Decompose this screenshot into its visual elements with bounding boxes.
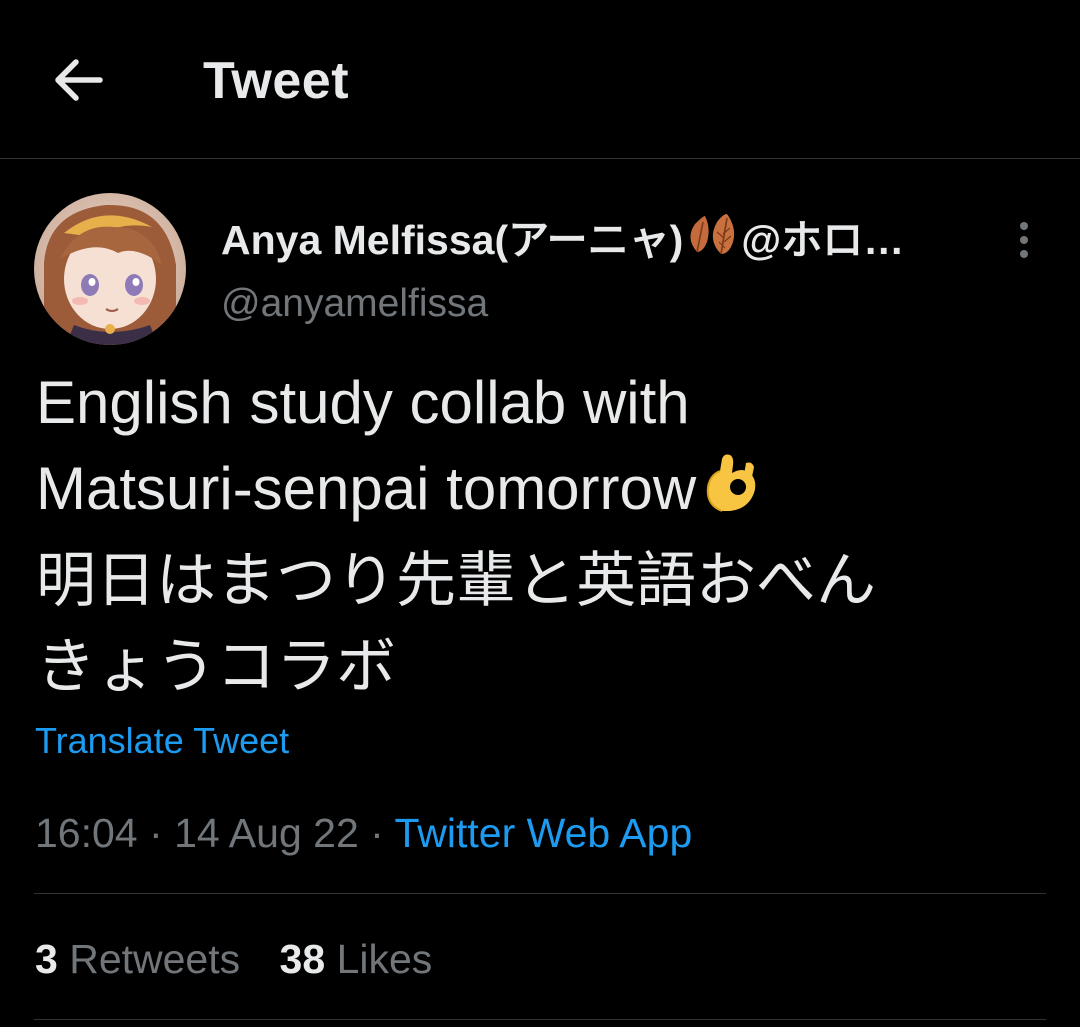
more-options-button[interactable] <box>1000 212 1048 268</box>
author-name-text: Anya Melfissa(アーニャ) <box>221 216 684 263</box>
tweet-source-link[interactable]: Twitter Web App <box>394 810 692 856</box>
tweet-line: きょうコラボ <box>36 633 396 700</box>
tweet-line: 明日はまつり先輩と英語おべん <box>36 547 876 614</box>
divider <box>34 1019 1046 1020</box>
tweet-date[interactable]: 14 Aug 22 <box>174 810 359 856</box>
tweet-line-with-emoji: Matsuri-senpai tomorrow <box>36 446 1046 538</box>
arrow-left-icon <box>55 59 103 101</box>
retweets-stat[interactable]: 3 Retweets <box>35 936 240 982</box>
translate-tweet-link[interactable]: Translate Tweet <box>35 718 289 764</box>
retweets-label: Retweets <box>69 936 241 982</box>
likes-stat[interactable]: 38 Likes <box>280 936 433 982</box>
leaf-icon <box>683 212 741 267</box>
tweet-line: English study collab with <box>36 369 690 436</box>
tweet-stats: 3 Retweets 38 Likes <box>35 932 432 986</box>
ok-hand-icon <box>702 452 762 538</box>
author-handle[interactable]: @anyamelfissa <box>221 280 488 328</box>
author-name[interactable]: Anya Melfissa(アーニャ) @ホロ… <box>221 212 904 267</box>
divider <box>34 893 1046 894</box>
separator: · <box>149 810 163 856</box>
page-title: Tweet <box>203 52 350 110</box>
more-vertical-icon <box>1020 222 1028 258</box>
likes-label: Likes <box>336 936 433 982</box>
likes-count: 38 <box>279 936 326 982</box>
back-button[interactable] <box>40 42 116 118</box>
top-bar: Tweet <box>0 0 1080 159</box>
avatar[interactable] <box>34 193 186 345</box>
author-name-suffix: @ホロ… <box>741 216 905 263</box>
tweet-metadata: 16:04 · 14 Aug 22 · Twitter Web App <box>35 806 692 860</box>
retweets-count: 3 <box>35 936 58 982</box>
tweet-time[interactable]: 16:04 <box>35 810 138 856</box>
separator: · <box>370 810 384 856</box>
tweet-line: Matsuri-senpai tomorrow <box>36 455 697 522</box>
tweet-text: English study collab with Matsuri-senpai… <box>36 360 1046 710</box>
